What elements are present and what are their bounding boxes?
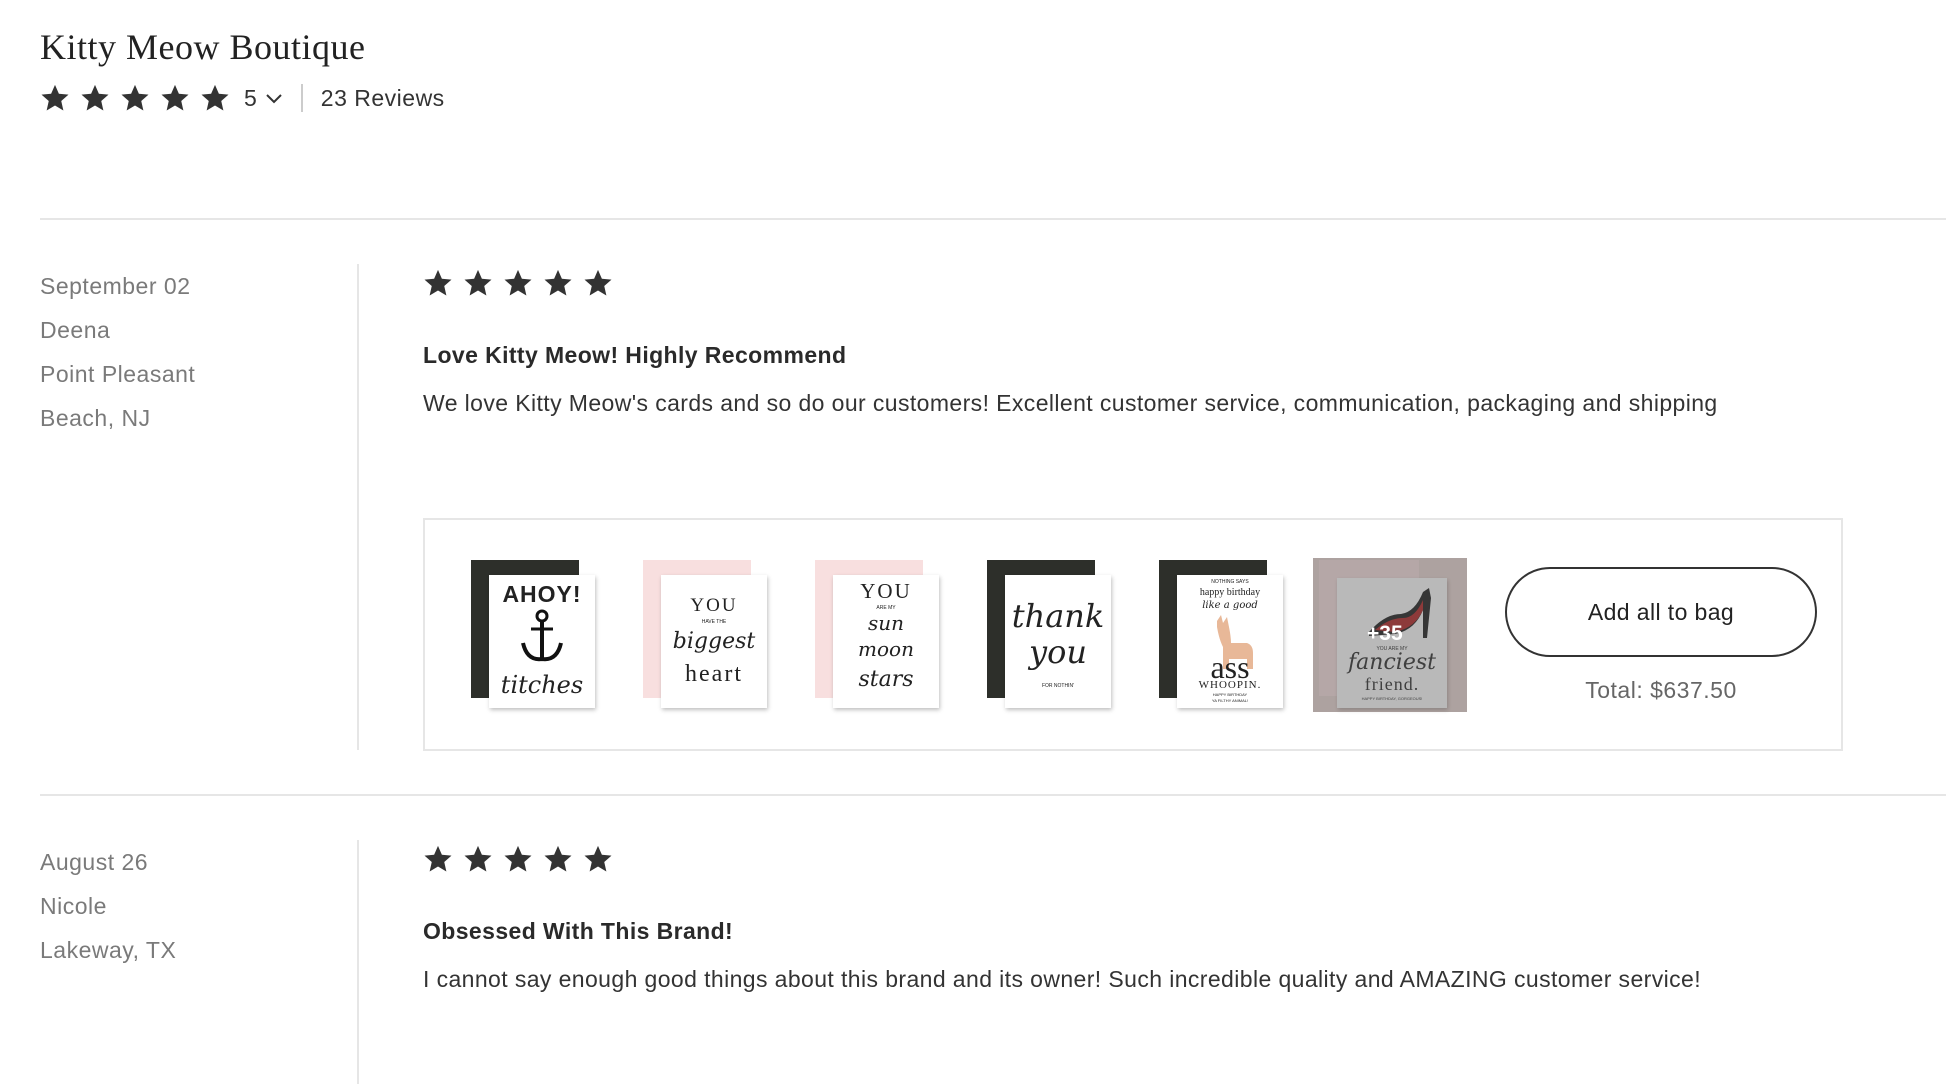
review-meta: August 26 Nicole Lakeway, TX: [40, 840, 360, 972]
star-icon: [81, 84, 109, 111]
star-icon: [121, 84, 149, 111]
card-text: YA FILTHY ANIMAL!: [1211, 698, 1249, 703]
star-icon: [464, 269, 492, 296]
shop-rating-stars: [40, 83, 240, 113]
add-all-to-bag-button[interactable]: Add all to bag: [1505, 567, 1817, 657]
star-icon: [201, 84, 229, 111]
rating-dropdown[interactable]: 5: [244, 85, 283, 112]
star-icon: [464, 845, 492, 872]
card-text: AHOY!: [502, 581, 582, 607]
star-icon: [584, 845, 612, 872]
card-text: thank: [1011, 597, 1105, 635]
review-date: September 02: [40, 273, 191, 299]
shop-title: Kitty Meow Boutique: [40, 27, 366, 67]
product-thumbnail-ahoy[interactable]: AHOY! titches: [469, 558, 623, 712]
ahoy-card: AHOY! titches: [489, 575, 595, 708]
product-thumbnail-more[interactable]: YOU ARE MY fanciest friend. HAPPY BIRTHD…: [1313, 558, 1467, 712]
card-text: heart: [685, 661, 743, 687]
reviewer-location: Point Pleasant: [40, 361, 196, 387]
divider: [40, 218, 1946, 220]
more-products-count: +35: [1367, 622, 1403, 645]
star-icon: [161, 84, 189, 111]
reviewer-location: Lakeway, TX: [40, 937, 177, 963]
chevron-down-icon: [266, 94, 282, 104]
card-text: titches: [500, 671, 584, 699]
star-icon: [504, 269, 532, 296]
star-icon: [584, 269, 612, 296]
reviewer-name: Deena: [40, 317, 111, 343]
card-text: happy birthday: [1199, 587, 1261, 598]
anchor-icon: [521, 609, 563, 662]
products-panel: AHOY! titches YOU HAVE THE biggest heart…: [423, 518, 1843, 751]
reviewer-name: Nicole: [40, 893, 107, 919]
rating-value: 5: [244, 84, 257, 111]
review-stars: [423, 268, 1843, 298]
product-thumbnail-sun-moon-stars[interactable]: YOU ARE MY sun moon stars: [813, 558, 967, 712]
card-text: like a good: [1202, 600, 1258, 611]
sun-moon-stars-card: YOU ARE MY sun moon stars: [833, 575, 939, 708]
biggest-heart-card: YOU HAVE THE biggest heart: [661, 575, 767, 708]
review-date: August 26: [40, 849, 149, 875]
products-total: Total: $637.50: [1585, 677, 1737, 703]
card-text: NOTHING SAYS: [1211, 579, 1249, 585]
divider: [357, 264, 359, 750]
card-text: sun: [867, 611, 905, 635]
review-text: We love Kitty Meow's cards and so do our…: [423, 390, 1718, 416]
star-icon: [41, 84, 69, 111]
review-title: Obsessed With This Brand!: [423, 918, 734, 944]
star-icon: [544, 845, 572, 872]
card-text: HAPPY BIRTHDAY: [1212, 692, 1248, 697]
review-stars: [423, 844, 1843, 874]
card-text: biggest: [672, 629, 756, 654]
star-icon: [424, 845, 452, 872]
card-text: stars: [858, 667, 914, 692]
card-text: FOR NOTHIN': [1041, 683, 1075, 689]
divider: [300, 84, 303, 112]
review-body: Love Kitty Meow! Highly Recommend We lov…: [423, 264, 1843, 751]
divider: [357, 840, 359, 1084]
card-text: moon: [858, 637, 914, 661]
card-text: you: [1029, 633, 1087, 671]
review-text: I cannot say enough good things about th…: [423, 966, 1701, 992]
card-text: HAVE THE: [701, 619, 727, 625]
card-text: WHOOPIN.: [1198, 679, 1262, 691]
review-count[interactable]: 23 Reviews: [321, 85, 445, 112]
birthday-card: NOTHING SAYS happy birthday like a good …: [1177, 575, 1283, 708]
product-thumbnail-birthday[interactable]: NOTHING SAYS happy birthday like a good …: [1157, 558, 1311, 712]
divider: [40, 794, 1946, 796]
review-item: August 26 Nicole Lakeway, TX Obsessed Wi…: [40, 840, 1946, 1084]
thank-you-card: thank you FOR NOTHIN': [1005, 575, 1111, 708]
product-thumbnail-thank-you[interactable]: thank you FOR NOTHIN': [985, 558, 1139, 712]
review-meta: September 02 Deena Point Pleasant Beach,…: [40, 264, 360, 440]
reviewer-location: Beach, NJ: [40, 405, 151, 431]
product-thumbnail-biggest-heart[interactable]: YOU HAVE THE biggest heart: [641, 558, 795, 712]
review-item: September 02 Deena Point Pleasant Beach,…: [40, 264, 1946, 751]
star-icon: [544, 269, 572, 296]
shop-rating-row: 5 23 Reviews: [40, 80, 445, 116]
review-title: Love Kitty Meow! Highly Recommend: [423, 342, 847, 368]
star-icon: [424, 269, 452, 296]
card-text: YOU: [860, 579, 912, 603]
card-text: YOU: [690, 595, 738, 616]
star-icon: [504, 845, 532, 872]
review-body: Obsessed With This Brand! I cannot say e…: [423, 840, 1843, 1001]
